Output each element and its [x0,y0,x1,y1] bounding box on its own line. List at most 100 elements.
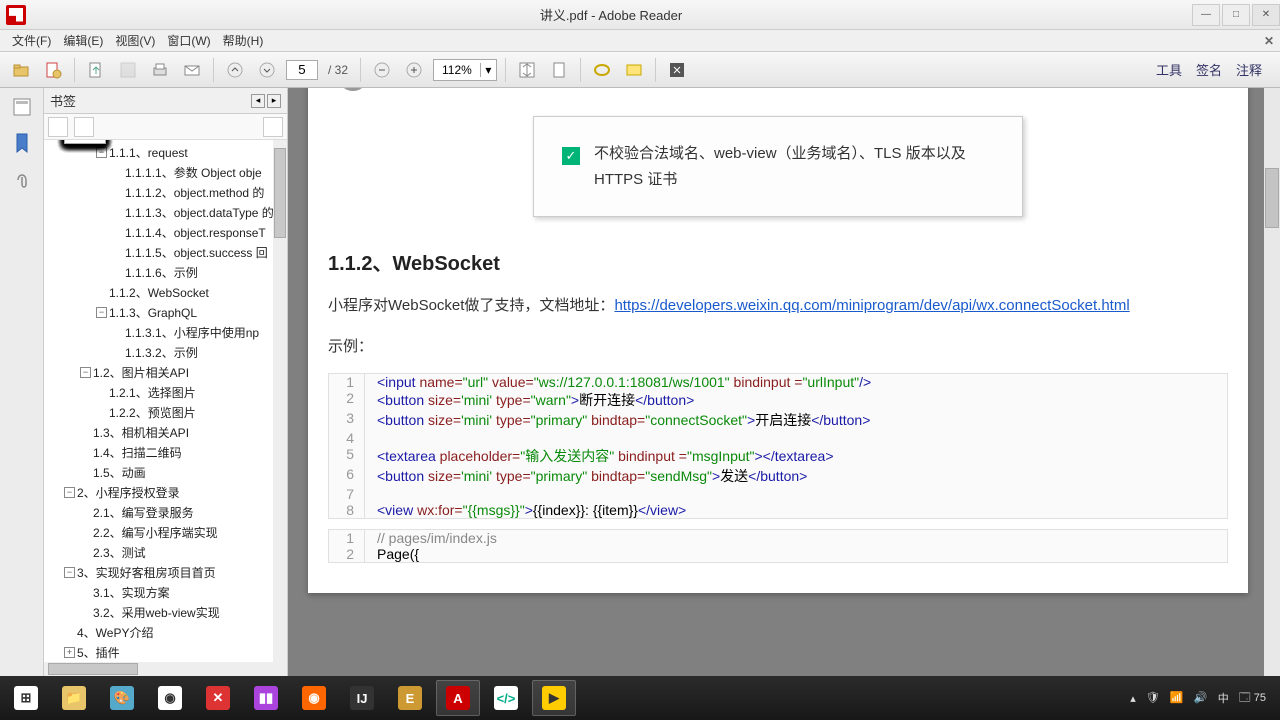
tray-shield-icon[interactable]: 🛡 [1146,691,1160,705]
menu-help[interactable]: 帮助(H) [217,30,270,51]
attachment-icon[interactable] [11,168,33,190]
document-view[interactable]: www.itheima.com 改变中国IT教育，我们正在行动 ✓ 不校验合法域… [288,88,1280,676]
bookmark-item[interactable]: +5、插件 [44,642,287,662]
bookmark-item[interactable]: 2.1、编写登录服务 [44,502,287,522]
zoom-select[interactable]: 112%▾ [433,59,497,81]
sidebar-horizontal-scrollbar[interactable] [44,662,273,676]
minimize-button[interactable]: — [1192,4,1220,26]
chevron-down-icon[interactable]: ▾ [480,63,496,77]
note-icon[interactable] [621,57,647,83]
scroll-mode-icon[interactable] [514,57,540,83]
taskbar-adobe-reader[interactable]: A [436,680,480,716]
doc-link[interactable]: https://developers.weixin.qq.com/minipro… [614,297,1129,314]
taskbar-intellij[interactable]: IJ [340,680,384,716]
page-up-icon[interactable] [222,57,248,83]
bookmarks-tree[interactable]: −1.1.1、request1.1.1.1、参数 Object obje1.1.… [44,140,287,676]
bookmark-options-icon[interactable] [48,117,68,137]
taskbar-vscode[interactable]: </> [484,680,528,716]
toolbar: / 32 112%▾ 工具 签名 注释 [0,52,1280,88]
export-icon[interactable] [83,57,109,83]
bookmark-item[interactable]: 1.1.1.2、object.method 的 [44,182,287,202]
email-icon[interactable] [179,57,205,83]
page-down-icon[interactable] [254,57,280,83]
expand-toggle-icon[interactable]: + [64,647,75,658]
menu-file[interactable]: 文件(F) [6,30,57,51]
tray-battery[interactable]: 🗔 75 [1239,689,1266,708]
menu-edit[interactable]: 编辑(E) [57,30,109,51]
bookmark-ribbon-icon[interactable] [11,132,33,154]
bookmark-item[interactable]: 1.1.2、WebSocket [44,282,287,302]
single-page-icon[interactable] [546,57,572,83]
bookmark-item[interactable]: 1.1.1.3、object.dataType 的 [44,202,287,222]
system-tray[interactable]: ▴ 🛡 📶 🔊 中 🗔 75 [1130,689,1276,708]
bookmark-item[interactable]: −1.2、图片相关API [44,362,287,382]
bookmark-view-icon[interactable] [74,117,94,137]
bookmarks-sidebar: 书签 ◂ ▸ −1.1.1、request1.1.1.1、参数 Object o… [44,88,288,676]
bookmark-item[interactable]: 3.2、采用web-view实现 [44,602,287,622]
expand-toggle-icon[interactable]: − [96,307,107,318]
bookmark-item[interactable]: 1.1.1.6、示例 [44,262,287,282]
bookmark-item[interactable]: 1.1.1.4、object.responseT [44,222,287,242]
tray-network-icon[interactable]: 📶 [1170,691,1184,705]
bookmark-item[interactable]: 1.2.1、选择图片 [44,382,287,402]
bookmark-item[interactable]: 1.5、动画 [44,462,287,482]
maximize-button[interactable]: □ [1222,4,1250,26]
bookmark-item[interactable]: 3.1、实现方案 [44,582,287,602]
bookmark-item[interactable]: 1.1.3.1、小程序中使用np [44,322,287,342]
content-vertical-scrollbar[interactable] [1264,88,1280,676]
bookmark-item[interactable]: 1.3、相机相关API [44,422,287,442]
tray-ime[interactable]: 中 [1218,690,1229,706]
taskbar-editplus[interactable]: E [388,680,432,716]
sidebar-vertical-scrollbar[interactable] [273,140,287,676]
bookmark-item[interactable]: −2、小程序授权登录 [44,482,287,502]
window-title: 讲义.pdf - Adobe Reader [32,5,1190,24]
tray-up-icon[interactable]: ▴ [1130,692,1136,705]
bookmark-item[interactable]: 1.2.2、预览图片 [44,402,287,422]
taskbar-app1[interactable]: ▮▮ [244,680,288,716]
highlight-icon[interactable] [589,57,615,83]
save-icon[interactable] [115,57,141,83]
bookmark-label: 3、实现好客租房项目首页 [77,564,216,581]
taskbar-postman[interactable]: ◉ [292,680,336,716]
bookmark-label: 1.1.2、WebSocket [109,284,209,301]
comment-panel-button[interactable]: 注释 [1236,60,1262,79]
expand-toggle-icon[interactable]: − [80,367,91,378]
taskbar-xmind[interactable]: ✕ [196,680,240,716]
bookmark-item[interactable]: −1.1.1、request [44,142,287,162]
bookmark-item[interactable]: 1.1.1.5、object.success 回 [44,242,287,262]
taskbar-recorder[interactable]: ▶ [532,680,576,716]
expand-toggle-icon[interactable]: − [64,487,75,498]
sign-panel-button[interactable]: 签名 [1196,60,1222,79]
close-button[interactable]: ✕ [1252,4,1280,26]
zoom-in-icon[interactable] [401,57,427,83]
next-bookmark-icon[interactable]: ▸ [267,94,281,108]
taskbar-chrome[interactable]: ◉ [148,680,192,716]
tray-sound-icon[interactable]: 🔊 [1194,691,1208,705]
taskbar-paint[interactable]: 🎨 [100,680,144,716]
prev-bookmark-icon[interactable]: ◂ [251,94,265,108]
menu-window[interactable]: 窗口(W) [161,30,216,51]
menu-close-button[interactable]: ✕ [1264,34,1274,48]
expand-toggle-icon[interactable]: − [96,147,107,158]
read-mode-icon[interactable] [664,57,690,83]
bookmark-item[interactable]: 1.1.3.2、示例 [44,342,287,362]
expand-toggle-icon[interactable]: − [64,567,75,578]
page-number-input[interactable] [286,60,318,80]
bookmark-item[interactable]: 1.1.1.1、参数 Object obje [44,162,287,182]
print-icon[interactable] [147,57,173,83]
bookmark-item[interactable]: 4、WePY介绍 [44,622,287,642]
bookmark-new-icon[interactable] [263,117,283,137]
tools-panel-button[interactable]: 工具 [1156,60,1182,79]
bookmark-item[interactable]: −3、实现好客租房项目首页 [44,562,287,582]
bookmark-item[interactable]: −1.1.3、GraphQL [44,302,287,322]
zoom-out-icon[interactable] [369,57,395,83]
open-icon[interactable] [8,57,34,83]
bookmark-item[interactable]: 1.4、扫描二维码 [44,442,287,462]
create-icon[interactable] [40,57,66,83]
menu-view[interactable]: 视图(V) [109,30,161,51]
bookmark-item[interactable]: 2.2、编写小程序端实现 [44,522,287,542]
taskbar-explorer[interactable]: 📁 [52,680,96,716]
start-button[interactable]: ⊞ [4,680,48,716]
thumbnails-icon[interactable] [11,96,33,118]
bookmark-item[interactable]: 2.3、测试 [44,542,287,562]
